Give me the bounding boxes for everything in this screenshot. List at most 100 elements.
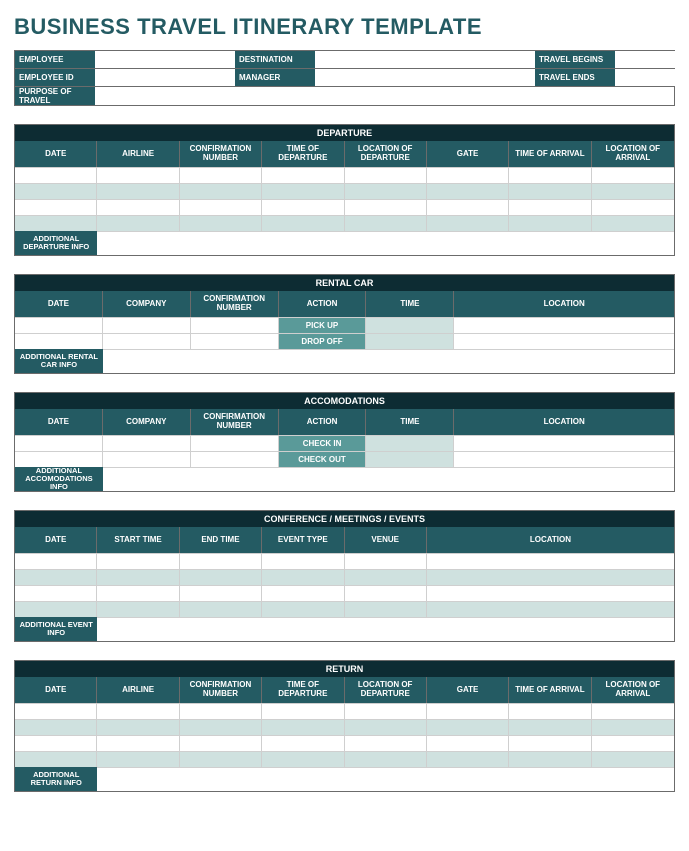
rental-header-row: DATE COMPANY CONFIRMATION NUMBER ACTION … [15,291,674,317]
col-header: DATE [15,409,103,435]
value-travel-begins[interactable] [615,51,675,69]
footer-label: ADDITIONAL RETURN INFO [15,767,97,791]
label-employee: EMPLOYEE [15,51,95,69]
label-manager: MANAGER [235,69,315,87]
table-row[interactable] [15,585,674,601]
value-employee[interactable] [95,51,235,69]
section-title-accomodations: ACCOMODATIONS [15,393,674,409]
col-header: TIME OF ARRIVAL [509,677,591,703]
value-manager[interactable] [315,69,535,87]
col-header: CONFIRMATION NUMBER [191,409,279,435]
col-header: TIME [366,409,454,435]
col-header: TIME [366,291,454,317]
footer-label: ADDITIONAL RENTAL CAR INFO [15,349,103,373]
table-row[interactable] [15,601,674,617]
table-row[interactable]: DROP OFF [15,333,674,349]
label-destination: DESTINATION [235,51,315,69]
footer-value[interactable] [97,231,674,255]
table-row[interactable] [15,215,674,231]
table-row[interactable] [15,167,674,183]
footer-label: ADDITIONAL DEPARTURE INFO [15,231,97,255]
section-return: RETURN DATE AIRLINE CONFIRMATION NUMBER … [14,660,675,792]
footer-value[interactable] [97,617,674,641]
footer-value[interactable] [103,349,674,373]
value-destination[interactable] [315,51,535,69]
table-row[interactable] [15,569,674,585]
action-checkout: CHECK OUT [279,451,367,467]
section-title-rental: RENTAL CAR [15,275,674,291]
departure-header-row: DATE AIRLINE CONFIRMATION NUMBER TIME OF… [15,141,674,167]
departure-footer: ADDITIONAL DEPARTURE INFO [15,231,674,255]
accom-footer: ADDITIONAL ACCOMODATIONS INFO [15,467,674,491]
section-title-departure: DEPARTURE [15,125,674,141]
table-row[interactable]: CHECK IN [15,435,674,451]
col-header: TIME OF DEPARTURE [262,677,344,703]
label-travel-begins: TRAVEL BEGINS [535,51,615,69]
table-row[interactable] [15,719,674,735]
col-header: LOCATION OF DEPARTURE [345,677,427,703]
table-row[interactable] [15,735,674,751]
col-header: DATE [15,291,103,317]
section-departure: DEPARTURE DATE AIRLINE CONFIRMATION NUMB… [14,124,675,256]
action-pickup: PICK UP [279,317,367,333]
col-header: DATE [15,677,97,703]
col-header: COMPANY [103,409,191,435]
col-header: START TIME [97,527,179,553]
col-header: TIME OF DEPARTURE [262,141,344,167]
col-header: AIRLINE [97,677,179,703]
col-header: ACTION [279,291,367,317]
footer-label: ADDITIONAL EVENT INFO [15,617,97,641]
col-header: VENUE [345,527,427,553]
col-header: COMPANY [103,291,191,317]
col-header: CONFIRMATION NUMBER [180,677,262,703]
section-conference: CONFERENCE / MEETINGS / EVENTS DATE STAR… [14,510,675,642]
value-purpose[interactable] [95,87,674,105]
footer-value[interactable] [97,767,674,791]
label-purpose: PURPOSE OF TRAVEL [15,87,95,105]
col-header: TIME OF ARRIVAL [509,141,591,167]
document-title: BUSINESS TRAVEL ITINERARY TEMPLATE [14,14,675,40]
col-header: LOCATION [454,291,674,317]
return-header-row: DATE AIRLINE CONFIRMATION NUMBER TIME OF… [15,677,674,703]
col-header: LOCATION [427,527,674,553]
value-employee-id[interactable] [95,69,235,87]
col-header: LOCATION OF ARRIVAL [592,141,674,167]
table-row[interactable] [15,199,674,215]
col-header: CONFIRMATION NUMBER [180,141,262,167]
conf-header-row: DATE START TIME END TIME EVENT TYPE VENU… [15,527,674,553]
table-row[interactable] [15,703,674,719]
info-purpose-row: PURPOSE OF TRAVEL [14,87,675,106]
col-header: LOCATION OF DEPARTURE [345,141,427,167]
col-header: GATE [427,677,509,703]
table-row[interactable]: PICK UP [15,317,674,333]
section-title-return: RETURN [15,661,674,677]
label-travel-ends: TRAVEL ENDS [535,69,615,87]
action-checkin: CHECK IN [279,435,367,451]
col-header: CONFIRMATION NUMBER [191,291,279,317]
section-title-conference: CONFERENCE / MEETINGS / EVENTS [15,511,674,527]
col-header: LOCATION OF ARRIVAL [592,677,674,703]
table-row[interactable] [15,751,674,767]
col-header: GATE [427,141,509,167]
col-header: DATE [15,527,97,553]
col-header: DATE [15,141,97,167]
table-row[interactable]: CHECK OUT [15,451,674,467]
action-dropoff: DROP OFF [279,333,367,349]
footer-value[interactable] [103,467,674,491]
col-header: END TIME [180,527,262,553]
col-header: AIRLINE [97,141,179,167]
footer-label: ADDITIONAL ACCOMODATIONS INFO [15,467,103,491]
section-rental: RENTAL CAR DATE COMPANY CONFIRMATION NUM… [14,274,675,374]
col-header: ACTION [279,409,367,435]
return-footer: ADDITIONAL RETURN INFO [15,767,674,791]
col-header: EVENT TYPE [262,527,344,553]
rental-footer: ADDITIONAL RENTAL CAR INFO [15,349,674,373]
info-header-grid: EMPLOYEE DESTINATION TRAVEL BEGINS EMPLO… [14,50,675,87]
conf-footer: ADDITIONAL EVENT INFO [15,617,674,641]
value-travel-ends[interactable] [615,69,675,87]
section-accomodations: ACCOMODATIONS DATE COMPANY CONFIRMATION … [14,392,675,492]
accom-header-row: DATE COMPANY CONFIRMATION NUMBER ACTION … [15,409,674,435]
table-row[interactable] [15,553,674,569]
table-row[interactable] [15,183,674,199]
col-header: LOCATION [454,409,674,435]
